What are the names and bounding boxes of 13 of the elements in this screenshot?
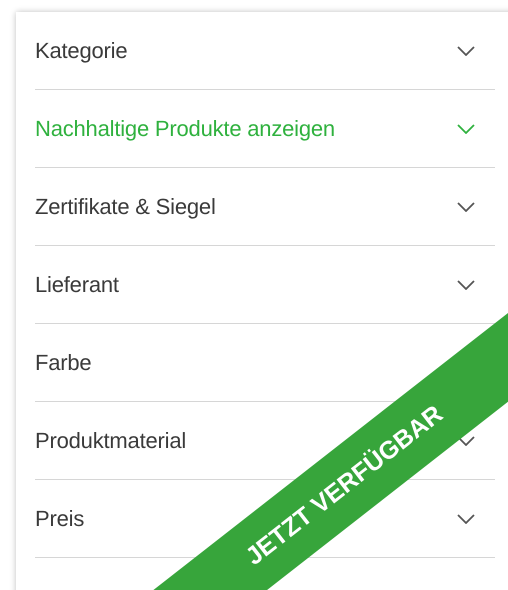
filter-label: Produktmaterial [35, 428, 186, 454]
chevron-down-icon [457, 514, 475, 524]
filter-label: Kategorie [35, 38, 128, 64]
filter-label: Nachhaltige Produkte anzeigen [35, 116, 335, 142]
chevron-down-icon [457, 46, 475, 56]
filter-label: Farbe [35, 350, 92, 376]
chevron-down-icon [457, 280, 475, 290]
filter-label: Lieferant [35, 272, 119, 298]
filter-label: Zertifikate & Siegel [35, 194, 216, 220]
filter-label: Preis [35, 506, 84, 532]
chevron-down-icon [457, 436, 475, 446]
chevron-down-icon [457, 202, 475, 212]
chevron-down-icon [457, 124, 475, 134]
